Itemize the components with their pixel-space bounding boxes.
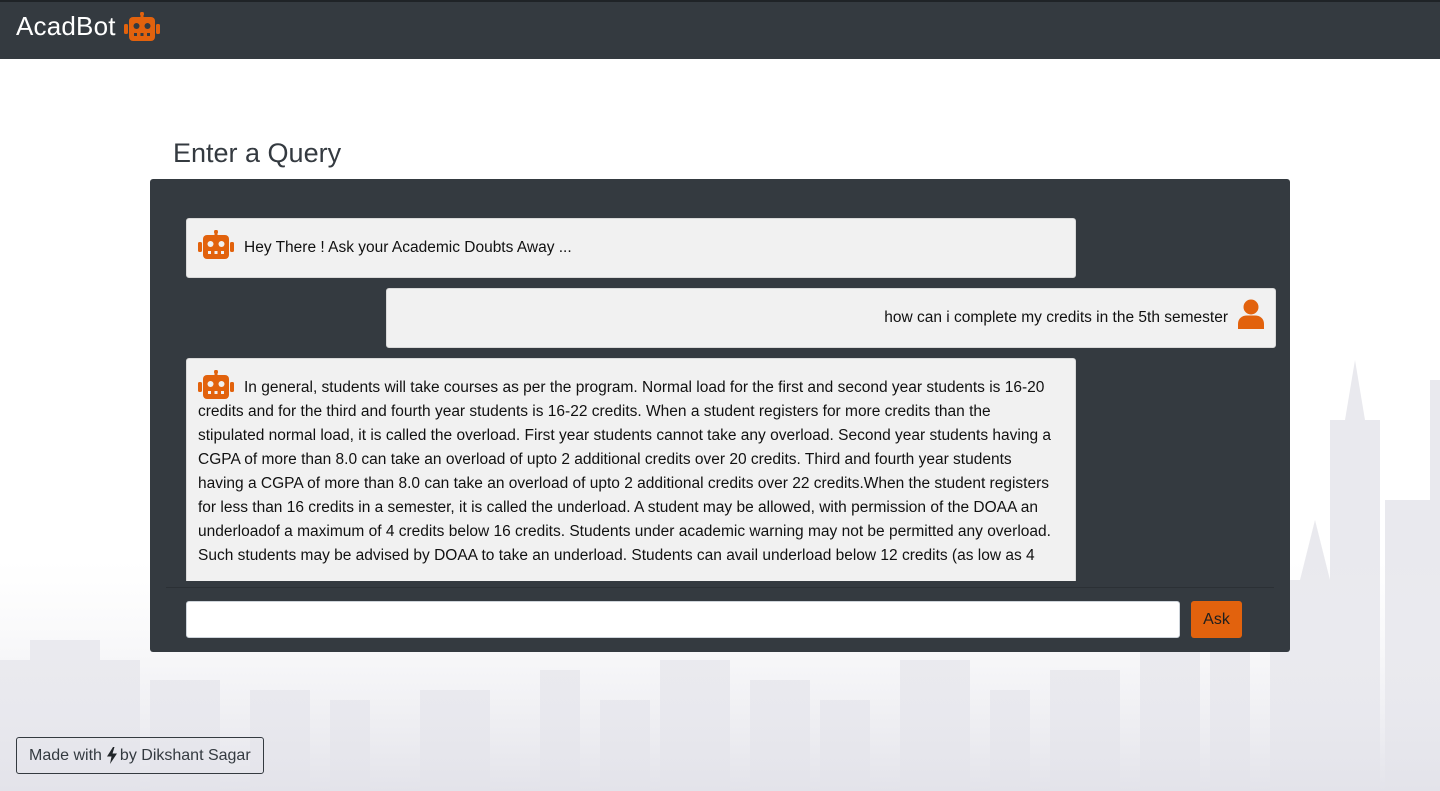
robot-icon xyxy=(198,370,234,400)
bot-message: In general, students will take courses a… xyxy=(186,358,1076,581)
ask-button[interactable]: Ask xyxy=(1191,601,1242,638)
robot-icon xyxy=(198,230,234,260)
message-text: Hey There ! Ask your Academic Doubts Awa… xyxy=(244,239,572,256)
brand-title: AcadBot xyxy=(16,11,116,41)
page-title: Enter a Query xyxy=(173,138,342,168)
bolt-icon xyxy=(106,747,117,764)
made-with-text: Made with xyxy=(29,746,102,764)
robot-icon xyxy=(123,11,160,42)
user-icon xyxy=(1238,299,1264,329)
credits-button[interactable]: Made with by Dikshant Sagar xyxy=(16,737,264,774)
brand[interactable]: AcadBot xyxy=(16,11,160,42)
user-message: how can i complete my credits in the 5th… xyxy=(386,288,1276,348)
navbar: AcadBot xyxy=(0,0,1440,59)
query-input[interactable] xyxy=(186,601,1180,638)
message-list[interactable]: Hey There ! Ask your Academic Doubts Awa… xyxy=(150,179,1290,581)
chat-panel: Hey There ! Ask your Academic Doubts Awa… xyxy=(150,179,1290,652)
page: AcadBot Enter a Query Hey There ! Ask yo… xyxy=(0,0,1440,791)
message-text: In general, students will take courses a… xyxy=(198,379,1051,564)
author-text: by Dikshant Sagar xyxy=(119,746,251,764)
input-row: Ask xyxy=(166,587,1274,644)
bot-message: Hey There ! Ask your Academic Doubts Awa… xyxy=(186,218,1076,278)
message-text: how can i complete my credits in the 5th… xyxy=(884,309,1228,326)
